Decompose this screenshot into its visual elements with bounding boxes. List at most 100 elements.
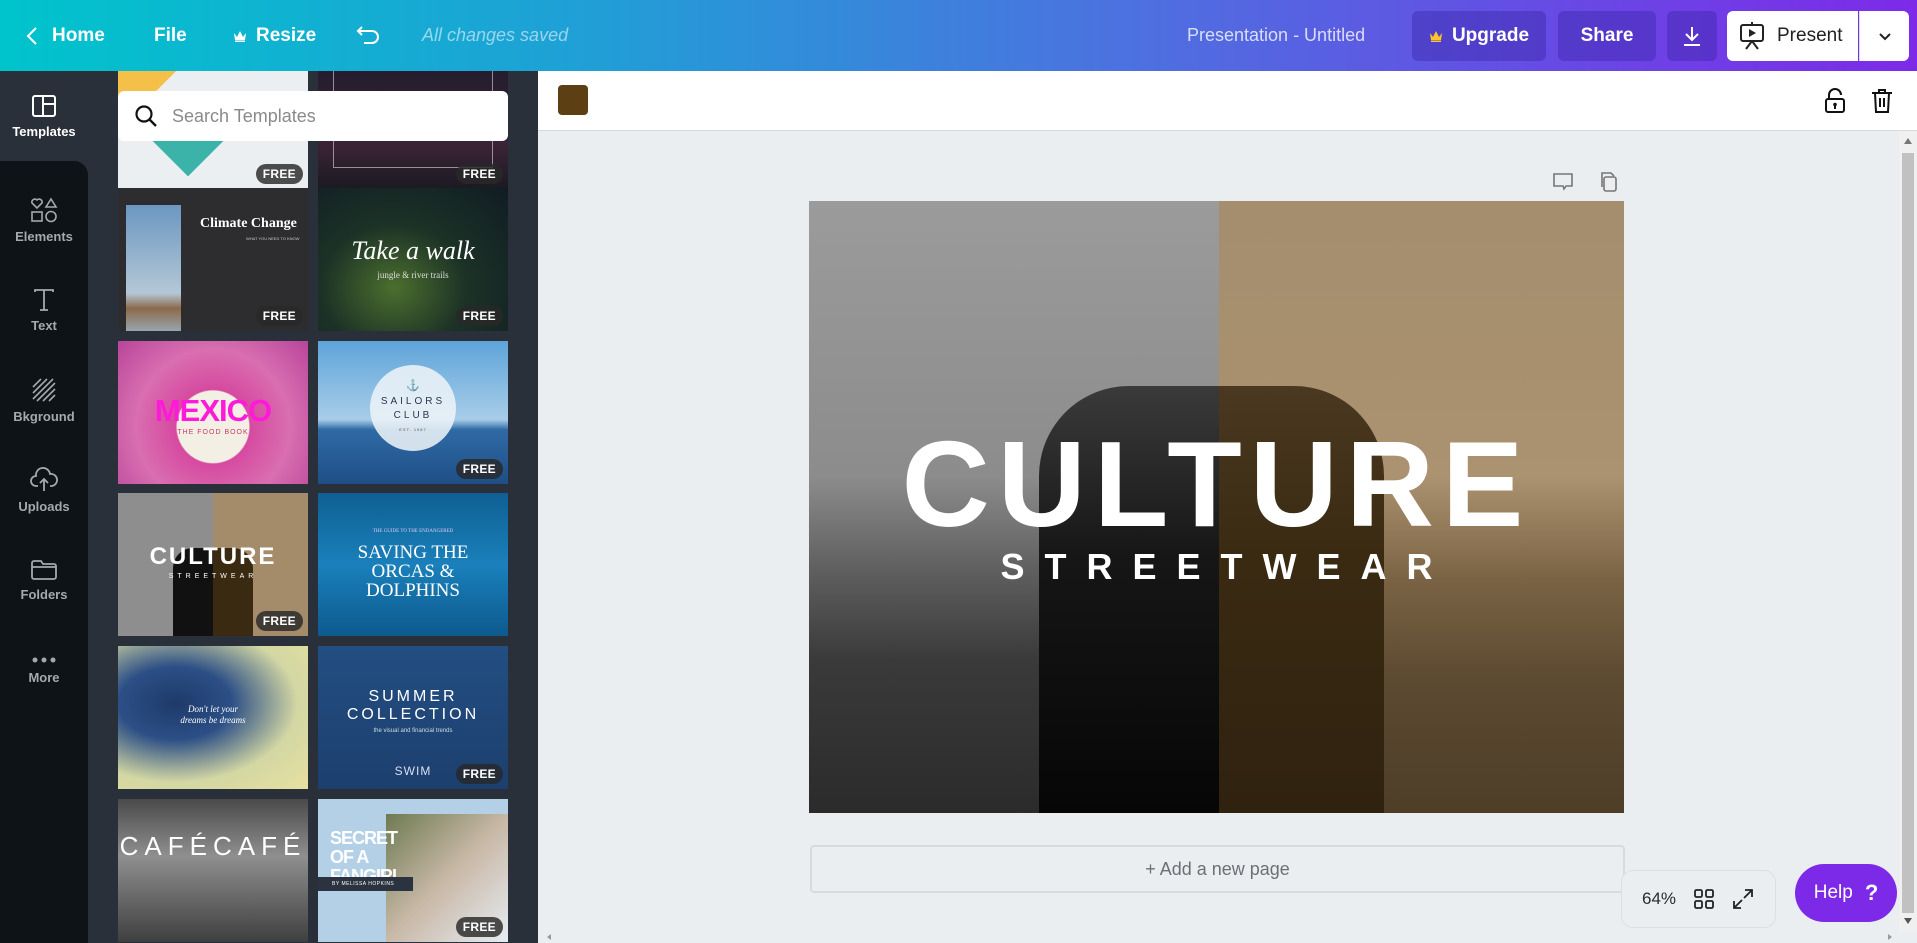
rail-label: Bkground bbox=[13, 408, 75, 424]
templates-icon bbox=[32, 94, 56, 117]
template-thumbnail-climate-change[interactable]: Climate Change WHAT YOU NEED TO KNOW FRE… bbox=[118, 188, 308, 331]
elements-icon bbox=[31, 196, 58, 222]
template-title: SUMMER COLLECTION bbox=[346, 688, 480, 723]
vertical-scroll-thumb[interactable] bbox=[1902, 153, 1914, 913]
rail-item-templates[interactable]: Templates bbox=[0, 71, 88, 161]
template-subtitle: THE FOOD BOOK bbox=[177, 429, 249, 436]
template-thumbnail-take-a-walk[interactable]: Take a walk jungle & river trails FREE bbox=[318, 188, 508, 331]
free-badge: FREE bbox=[455, 306, 503, 326]
upgrade-button[interactable]: Upgrade bbox=[1412, 11, 1546, 61]
zoom-level[interactable]: 64% bbox=[1642, 889, 1676, 909]
upload-cloud-icon bbox=[30, 466, 58, 491]
rail-item-text[interactable]: Text bbox=[0, 265, 88, 355]
present-button[interactable]: Present bbox=[1727, 11, 1858, 61]
free-badge: FREE bbox=[455, 764, 503, 784]
file-label: File bbox=[154, 24, 187, 46]
rail-active-cap bbox=[0, 161, 88, 175]
resize-label: Resize bbox=[256, 24, 317, 46]
free-badge: FREE bbox=[255, 611, 303, 631]
search-icon bbox=[135, 105, 157, 127]
horizontal-scrollbar[interactable] bbox=[538, 931, 1899, 943]
download-icon bbox=[1684, 27, 1700, 46]
template-subtitle: STREETWEAR bbox=[168, 573, 258, 580]
duplicate-icon bbox=[1601, 172, 1617, 192]
vertical-scrollbar[interactable] bbox=[1899, 131, 1917, 931]
template-thumbnail-orcas-dolphins[interactable]: THE GUIDE TO THE ENDANGERED SAVING THE O… bbox=[318, 493, 508, 636]
chevron-left-icon bbox=[26, 26, 37, 45]
present-options-button[interactable] bbox=[1859, 11, 1909, 61]
rail-label: More bbox=[28, 669, 60, 685]
file-menu-button[interactable]: File bbox=[154, 0, 187, 71]
presentation-screen-icon bbox=[1740, 22, 1764, 50]
template-thumbnail-sailors-club[interactable]: ⚓ SAILORS CLUB EST. 1987 FREE bbox=[318, 341, 508, 484]
anchor-icon: ⚓ bbox=[406, 380, 420, 392]
help-button[interactable]: Help ? bbox=[1795, 864, 1897, 922]
template-thumbnail-secret-fangirl[interactable]: SECRET OF A FANGIRL BY MELISSA HOPKINS F… bbox=[318, 799, 508, 942]
design-page[interactable]: CULTURE STREETWEAR bbox=[809, 201, 1624, 813]
zoom-controls: 64% bbox=[1621, 870, 1776, 928]
duplicate-page-button[interactable] bbox=[1593, 167, 1623, 197]
landscape-photo bbox=[126, 205, 181, 331]
search-templates-input[interactable] bbox=[172, 105, 472, 127]
home-button[interactable]: Home bbox=[26, 0, 105, 71]
crown-icon bbox=[1429, 31, 1442, 42]
side-rail: Templates Elements Text Bkground Uploads… bbox=[0, 71, 88, 943]
save-status: All changes saved bbox=[422, 25, 569, 45]
canvas-subtitle[interactable]: STREETWEAR bbox=[809, 546, 1624, 588]
template-title: CULTURE bbox=[149, 543, 277, 570]
rail-label: Folders bbox=[20, 586, 68, 602]
editor-area: CULTURE STREETWEAR + Add a new page 64% … bbox=[538, 71, 1917, 943]
search-templates-box[interactable] bbox=[118, 91, 508, 141]
top-bar: Home File Resize All changes saved Prese… bbox=[0, 0, 1917, 71]
free-badge: FREE bbox=[455, 459, 503, 479]
scroll-left-arrow-icon[interactable] bbox=[546, 933, 552, 941]
crown-icon bbox=[234, 30, 246, 42]
fullscreen-icon[interactable] bbox=[1732, 888, 1754, 910]
template-subtitle: the visual and financial trends bbox=[373, 728, 453, 734]
template-thumbnail-cafecafe[interactable]: CAFÉCAFÉ bbox=[118, 799, 308, 942]
template-title: SAILORS CLUB bbox=[380, 396, 446, 421]
rail-item-elements[interactable]: Elements bbox=[0, 175, 88, 265]
background-icon bbox=[32, 377, 56, 402]
templates-panel: FREE FREE Climate Change WHAT YOU NEED T… bbox=[88, 71, 538, 943]
grid-view-icon[interactable] bbox=[1694, 889, 1714, 909]
upgrade-label: Upgrade bbox=[1451, 25, 1530, 46]
template-subtitle: BY MELISSA HOPKINS bbox=[318, 877, 413, 891]
template-subtitle: jungle & river trails bbox=[377, 270, 449, 280]
lock-button[interactable] bbox=[1818, 84, 1852, 118]
delete-button[interactable] bbox=[1865, 84, 1899, 118]
unlock-icon bbox=[1825, 88, 1845, 113]
chevron-down-icon bbox=[1878, 32, 1891, 40]
undo-button[interactable] bbox=[356, 0, 382, 71]
template-thumbnail-summer-collection[interactable]: SUMMER COLLECTION the visual and financi… bbox=[318, 646, 508, 789]
template-subtitle: EST. 1987 bbox=[399, 427, 427, 432]
canvas-title[interactable]: CULTURE bbox=[809, 419, 1624, 549]
share-label: Share bbox=[1580, 25, 1634, 46]
comment-button[interactable] bbox=[1548, 167, 1578, 197]
question-mark-icon: ? bbox=[1864, 880, 1879, 905]
template-thumbnail-culture[interactable]: CULTURE STREETWEAR FREE bbox=[118, 493, 308, 636]
template-thumbnail-mexico[interactable]: MEXICO THE FOOD BOOK bbox=[118, 341, 308, 484]
rail-label: Text bbox=[31, 317, 57, 333]
rail-label: Uploads bbox=[18, 498, 70, 514]
download-button[interactable] bbox=[1667, 11, 1717, 61]
rail-item-folders[interactable]: Folders bbox=[0, 535, 88, 625]
add-page-button[interactable]: + Add a new page bbox=[810, 845, 1625, 893]
comment-icon bbox=[1553, 173, 1573, 191]
rail-item-uploads[interactable]: Uploads bbox=[0, 445, 88, 535]
undo-icon bbox=[356, 25, 379, 44]
rail-label: Elements bbox=[15, 228, 73, 244]
template-thumbnail-dreams[interactable]: Don't let your dreams be dreams bbox=[118, 646, 308, 789]
document-title[interactable]: Presentation - Untitled bbox=[1187, 0, 1365, 71]
folder-icon bbox=[31, 559, 57, 580]
scroll-up-arrow-icon[interactable] bbox=[1903, 137, 1913, 145]
rail-item-background[interactable]: Bkground bbox=[0, 355, 88, 445]
rail-item-more[interactable]: More bbox=[0, 625, 88, 715]
scroll-right-arrow-icon[interactable] bbox=[1887, 933, 1893, 941]
template-title: Take a walk bbox=[351, 236, 475, 265]
share-button[interactable]: Share bbox=[1558, 11, 1656, 61]
free-badge: FREE bbox=[455, 164, 503, 184]
scroll-down-arrow-icon[interactable] bbox=[1903, 917, 1913, 925]
resize-button[interactable]: Resize bbox=[233, 0, 316, 71]
color-swatch[interactable] bbox=[558, 85, 588, 115]
